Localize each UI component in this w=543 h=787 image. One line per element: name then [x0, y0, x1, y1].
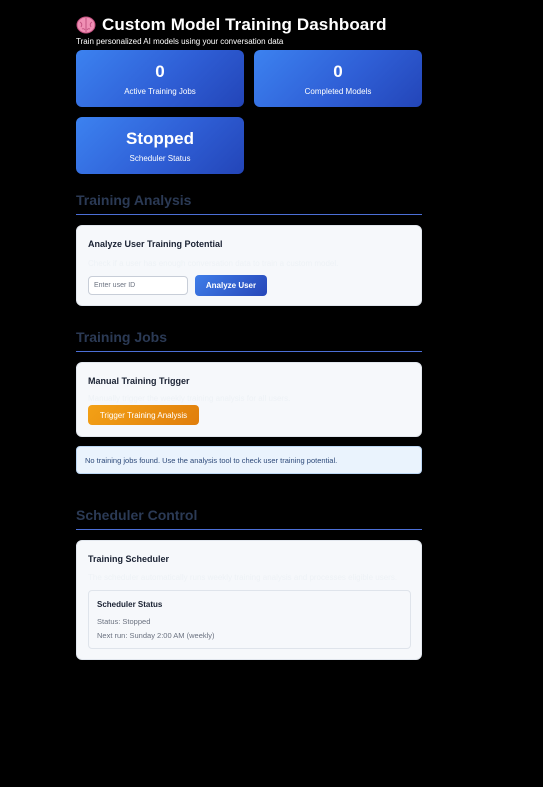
stat-card-completed-models: 0 Completed Models [254, 50, 422, 107]
card-title: Analyze User Training Potential [88, 239, 223, 249]
stats-grid: 0 Active Training Jobs 0 Completed Model… [76, 50, 422, 176]
card-description: Check if a user has enough conversation … [88, 259, 339, 268]
trigger-training-button[interactable]: Trigger Training Analysis [88, 405, 199, 425]
section-heading-training-jobs: Training Jobs [76, 329, 422, 352]
empty-jobs-message: No training jobs found. Use the analysis… [76, 446, 422, 474]
section-heading-scheduler-control: Scheduler Control [76, 507, 422, 530]
card-title: Manual Training Trigger [88, 376, 190, 386]
status-line: Status: Stopped [97, 617, 151, 626]
scheduler-status-box: Scheduler Status Status: Stopped Next ru… [88, 590, 411, 649]
stat-label: Active Training Jobs [124, 87, 196, 96]
section-heading-training-analysis: Training Analysis [76, 192, 422, 215]
page-subtitle: Train personalized AI models using your … [76, 37, 284, 46]
stat-card-scheduler-status: Stopped Scheduler Status [76, 117, 244, 174]
page-title: Custom Model Training Dashboard [102, 15, 387, 34]
card-description: Manually trigger the weekly training ana… [88, 394, 291, 403]
card-title: Training Scheduler [88, 554, 170, 564]
title-row: Custom Model Training Dashboard [76, 14, 422, 36]
stat-value: Stopped [126, 129, 194, 148]
stat-value: 0 [333, 62, 343, 81]
stat-label: Completed Models [304, 87, 372, 96]
stat-value: 0 [155, 62, 165, 81]
scheduler-card: Training Scheduler The scheduler automat… [76, 540, 422, 660]
next-run-line: Next run: Sunday 2:00 AM (weekly) [97, 631, 215, 640]
status-title: Scheduler Status [97, 600, 163, 609]
stat-label: Scheduler Status [129, 154, 191, 163]
analyze-card: Analyze User Training Potential Check if… [76, 225, 422, 306]
card-description: The scheduler automatically runs weekly … [88, 573, 398, 582]
stat-card-active-jobs: 0 Active Training Jobs [76, 50, 244, 107]
user-id-input[interactable] [88, 276, 188, 295]
manual-trigger-card: Manual Training Trigger Manually trigger… [76, 362, 422, 437]
brain-icon [76, 16, 96, 34]
dashboard-header: Custom Model Training Dashboard Train pe… [76, 14, 422, 176]
analyze-user-button[interactable]: Analyze User [195, 275, 267, 296]
